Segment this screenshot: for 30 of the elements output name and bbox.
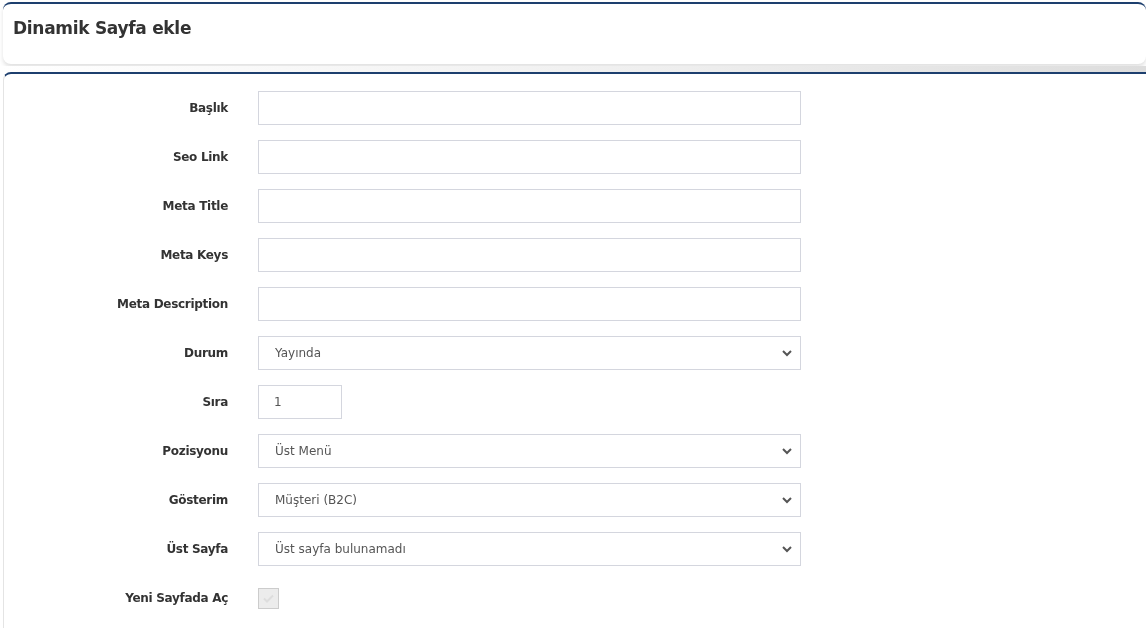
field-label: Meta Title [161, 199, 228, 213]
select-field[interactable]: Yayında [258, 336, 801, 370]
select-value: Üst sayfa bulunamadı [275, 542, 406, 556]
select-value: Yayında [275, 346, 322, 360]
text-field[interactable] [258, 140, 801, 174]
select-value: Üst Menü [275, 444, 332, 458]
field-label: Gösterim [167, 493, 228, 507]
field-label: Sıra [201, 395, 228, 409]
chevron-down-icon [782, 349, 792, 357]
select-field[interactable]: Müşteri (B2C) [258, 483, 801, 517]
select-field[interactable]: Üst Menü [258, 434, 801, 468]
number-field[interactable]: 1 [258, 385, 342, 419]
field-label: Yeni Sayfada Aç [124, 591, 228, 605]
chevron-down-icon [782, 545, 792, 553]
field-label: Başlık [188, 101, 228, 115]
field-label: Meta Description [116, 297, 228, 311]
field-label: Meta Keys [159, 248, 228, 262]
chevron-down-icon [782, 447, 792, 455]
text-field[interactable] [258, 238, 801, 272]
field-label: Durum [183, 346, 228, 360]
select-value: Müşteri (B2C) [275, 493, 357, 507]
chevron-down-icon [782, 496, 792, 504]
text-field[interactable] [258, 91, 801, 125]
text-field[interactable] [258, 189, 801, 223]
text-field[interactable] [258, 287, 801, 321]
page-title: Dinamik Sayfa ekle [13, 18, 193, 38]
field-label: Pozisyonu [161, 444, 228, 458]
field-label: Seo Link [171, 150, 228, 164]
select-field[interactable]: Üst sayfa bulunamadı [258, 532, 801, 566]
field-label: Üst Sayfa [165, 542, 228, 556]
